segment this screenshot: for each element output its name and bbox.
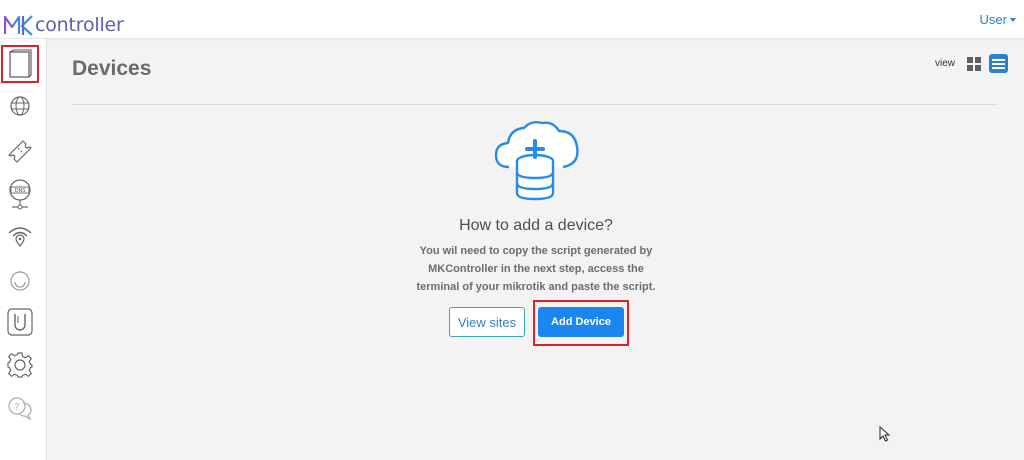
user-menu[interactable]: User xyxy=(980,12,1016,27)
devices-icon xyxy=(9,49,32,78)
mouse-pointer-icon xyxy=(879,426,891,442)
empty-state-description: You wil need to copy the script generate… xyxy=(416,245,656,293)
page-title: Devices xyxy=(72,57,152,80)
header-divider xyxy=(72,104,998,105)
user-menu-label: User xyxy=(979,12,1007,27)
sidebar-item-network[interactable] xyxy=(3,89,37,123)
sidebar-item-ubiquiti[interactable] xyxy=(3,305,37,339)
svg-text:DNS: DNS xyxy=(15,188,26,194)
sidebar-item-help[interactable]: ? xyxy=(3,391,37,425)
mk-logo-mark-icon xyxy=(4,15,33,36)
mkcontroller-logo[interactable]: controller xyxy=(4,8,124,36)
top-bar: controller User xyxy=(0,0,1024,39)
sidebar-item-settings[interactable] xyxy=(3,348,37,382)
cloud-database-add-icon xyxy=(494,120,579,201)
ticket-icon xyxy=(8,140,32,163)
ring-icon xyxy=(10,271,30,291)
view-label: view xyxy=(934,58,955,69)
grid-view-icon[interactable] xyxy=(967,56,981,71)
globe-icon xyxy=(10,96,30,116)
sidebar-item-dns[interactable]: DNS xyxy=(3,177,37,211)
ubiquiti-icon xyxy=(7,308,33,336)
dns-icon: DNS xyxy=(9,179,31,210)
view-sites-button[interactable]: View sites xyxy=(449,307,525,337)
sidebar: DNS ? xyxy=(0,39,47,460)
sidebar-item-devices[interactable] xyxy=(1,45,39,83)
empty-state-heading: How to add a device? xyxy=(459,217,613,234)
logo-text: controller xyxy=(35,14,124,36)
svg-text:?: ? xyxy=(14,402,19,413)
view-toggle: view xyxy=(935,54,1008,73)
help-chat-icon: ? xyxy=(8,397,32,421)
sidebar-item-tickets[interactable] xyxy=(3,134,37,168)
sidebar-item-radius[interactable] xyxy=(3,264,37,298)
caret-down-icon xyxy=(1010,17,1016,22)
settings-icon xyxy=(7,352,33,378)
add-device-button[interactable]: Add Device xyxy=(538,307,624,337)
list-view-icon[interactable] xyxy=(989,54,1008,73)
